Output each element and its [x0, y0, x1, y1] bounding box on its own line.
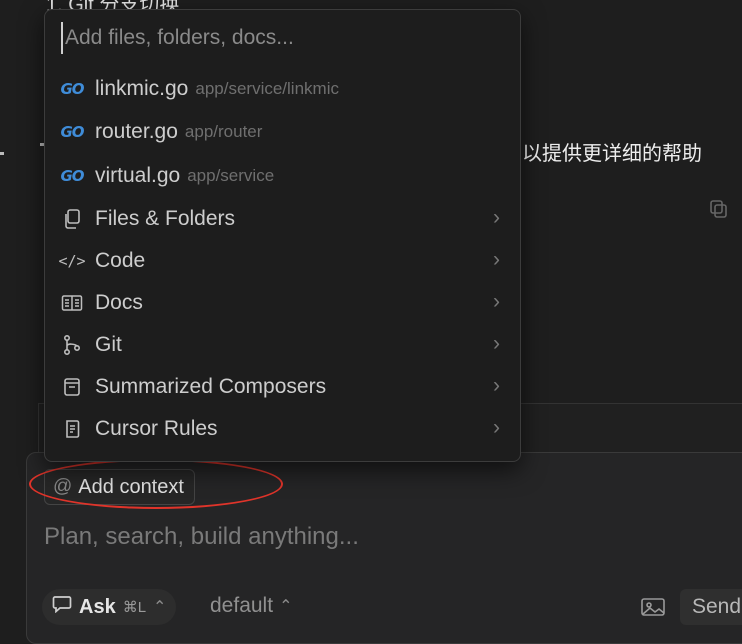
- rules-icon: [60, 417, 84, 441]
- mode-label: Ask: [79, 595, 116, 618]
- menu-item-docs[interactable]: Docs ›: [45, 283, 520, 323]
- copy-icon[interactable]: [708, 198, 730, 220]
- send-label: Send: [692, 595, 742, 618]
- file-name: router.go: [95, 120, 178, 143]
- chevron-up-icon: ⌃: [153, 599, 167, 616]
- file-item[interactable]: GO router.go app/router: [45, 112, 520, 152]
- docs-icon: [60, 291, 84, 315]
- chevron-right-icon: ›: [493, 248, 500, 271]
- menu-item-summarized-composers[interactable]: Summarized Composers ›: [45, 367, 520, 407]
- go-file-icon: GO: [60, 123, 84, 141]
- git-icon: [60, 333, 84, 357]
- menu-item-git[interactable]: Git ›: [45, 325, 520, 365]
- image-icon[interactable]: [640, 596, 666, 618]
- chevron-right-icon: ›: [493, 416, 500, 439]
- go-file-icon: GO: [60, 167, 84, 185]
- mode-selector[interactable]: Ask ⌘L ⌃: [42, 589, 177, 625]
- chevron-right-icon: ›: [493, 374, 500, 397]
- files-icon: [60, 207, 84, 231]
- mention-search-input[interactable]: [61, 22, 487, 54]
- file-item[interactable]: GO virtual.go app/service: [45, 156, 520, 196]
- menu-item-label: Cursor Rules: [95, 417, 218, 440]
- send-button[interactable]: Send: [680, 589, 742, 625]
- composer-icon: [60, 375, 84, 399]
- file-path: app/service/linkmic: [195, 79, 339, 98]
- menu-item-code[interactable]: </> Code ›: [45, 241, 520, 281]
- chat-bubble-icon: [52, 595, 72, 619]
- chevron-right-icon: ›: [493, 206, 500, 229]
- mention-dropdown: GO linkmic.go app/service/linkmic GO rou…: [44, 9, 521, 462]
- menu-item-label: Docs: [95, 291, 143, 314]
- menu-item-label: Files & Folders: [95, 207, 236, 230]
- gutter-marker: [0, 152, 4, 155]
- mode-shortcut: ⌘L: [122, 599, 147, 616]
- add-context-button[interactable]: @ Add context: [44, 469, 195, 505]
- go-file-icon: GO: [60, 80, 84, 98]
- menu-item-label: Git: [95, 333, 122, 356]
- composer-input[interactable]: Plan, search, build anything...: [44, 523, 359, 551]
- chevron-right-icon: ›: [493, 332, 500, 355]
- file-name: linkmic.go: [95, 77, 189, 100]
- file-item[interactable]: GO linkmic.go app/service/linkmic: [45, 69, 520, 109]
- code-icon: </>: [58, 252, 86, 270]
- chat-reply-text: 以提供更详细的帮助: [522, 141, 702, 165]
- add-context-label: Add context: [78, 475, 184, 498]
- chevron-right-icon: ›: [493, 290, 500, 313]
- at-icon: @: [53, 476, 73, 497]
- chevron-up-icon: ⌃: [279, 598, 293, 615]
- file-path: app/service: [187, 166, 275, 185]
- menu-item-cursor-rules[interactable]: Cursor Rules ›: [45, 409, 520, 449]
- model-label: default: [210, 594, 274, 617]
- model-selector[interactable]: default ⌃: [210, 594, 292, 618]
- menu-item-label: Code: [95, 249, 146, 272]
- menu-item-files-folders[interactable]: Files & Folders ›: [45, 199, 520, 239]
- file-path: app/router: [184, 122, 263, 141]
- file-name: virtual.go: [95, 164, 181, 187]
- menu-item-label: Summarized Composers: [95, 375, 327, 398]
